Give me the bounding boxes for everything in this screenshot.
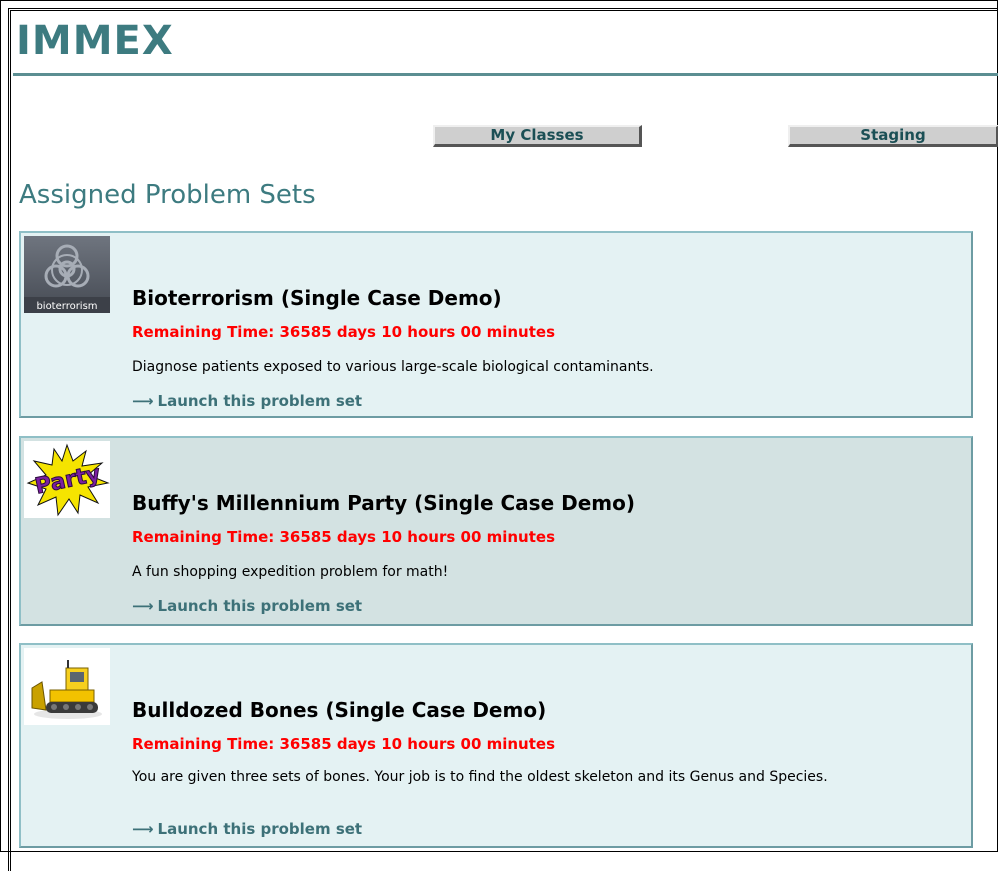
problem-set-title: Bulldozed Bones (Single Case Demo) <box>132 698 547 722</box>
launch-label[interactable]: Launch this problem set <box>158 820 363 838</box>
thumbnail-label: bioterrorism <box>36 301 97 312</box>
my-classes-button[interactable]: My Classes <box>433 125 642 147</box>
bulldozer-icon <box>24 648 110 725</box>
launch-link[interactable]: ⟶ Launch this problem set <box>132 599 362 614</box>
page-frame: IMMEX My Classes Staging Assigned Proble… <box>0 0 998 871</box>
remaining-time: Remaining Time: 36585 days 10 hours 00 m… <box>132 735 556 753</box>
arrow-right-icon: ⟶ <box>132 597 154 615</box>
biohazard-icon: bioterrorism <box>24 236 110 313</box>
page-title: Assigned Problem Sets <box>19 180 316 210</box>
launch-link[interactable]: ⟶ Launch this problem set <box>132 394 362 409</box>
staging-button[interactable]: Staging <box>788 125 998 147</box>
launch-link[interactable]: ⟶ Launch this problem set <box>132 822 362 837</box>
problem-set-card: bioterrorism Bioterrorism (Single Case D… <box>19 231 973 418</box>
party-logo: Party <box>24 441 110 518</box>
launch-label[interactable]: Launch this problem set <box>158 392 363 410</box>
problem-set-title: Buffy's Millennium Party (Single Case De… <box>132 491 635 515</box>
problem-set-card: Party Buffy's Millennium Party (Single C… <box>19 436 973 626</box>
problem-set-card: Bulldozed Bones (Single Case Demo) Remai… <box>19 643 973 848</box>
problem-set-description: Diagnose patients exposed to various lar… <box>132 359 654 375</box>
arrow-right-icon: ⟶ <box>132 392 154 410</box>
launch-label[interactable]: Launch this problem set <box>158 597 363 615</box>
immex-logo: IMMEX <box>16 18 174 64</box>
remaining-time: Remaining Time: 36585 days 10 hours 00 m… <box>132 528 556 546</box>
problem-set-description: You are given three sets of bones. Your … <box>132 769 828 785</box>
remaining-time: Remaining Time: 36585 days 10 hours 00 m… <box>132 323 556 341</box>
problem-set-description: A fun shopping expedition problem for ma… <box>132 564 449 580</box>
header-divider <box>13 73 998 76</box>
arrow-right-icon: ⟶ <box>132 820 154 838</box>
problem-set-title: Bioterrorism (Single Case Demo) <box>132 286 502 310</box>
